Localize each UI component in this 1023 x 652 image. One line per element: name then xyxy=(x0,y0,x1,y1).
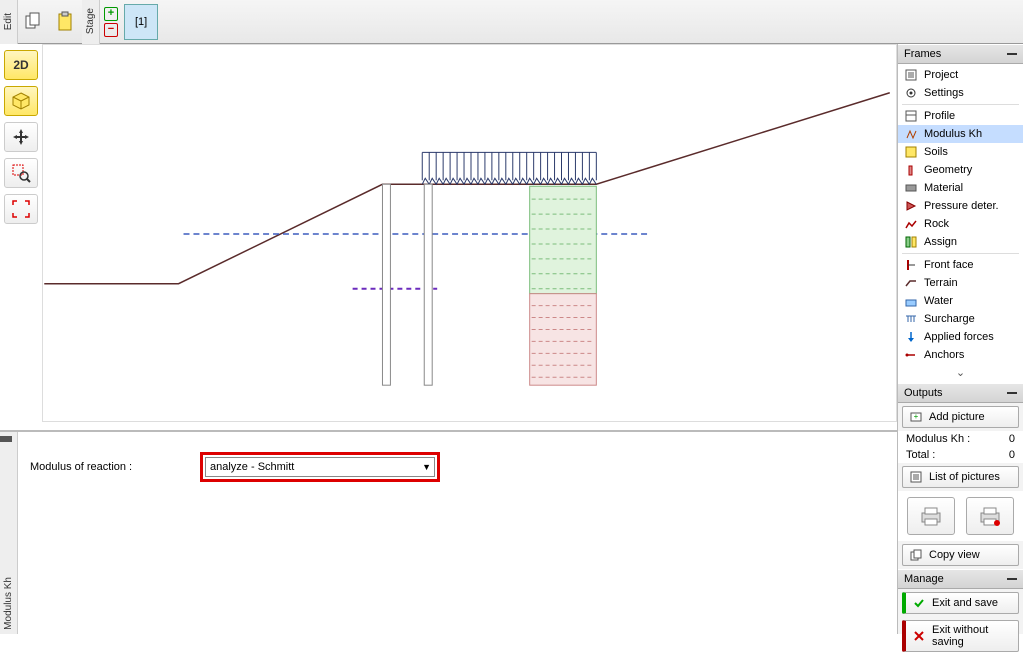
x-icon xyxy=(912,629,926,643)
bottom-panel-label: Modulus Kh xyxy=(0,432,18,634)
copy-icon[interactable] xyxy=(20,8,48,36)
expand-more-icon[interactable]: ⌄ xyxy=(898,364,1023,381)
fit-view-button[interactable] xyxy=(4,194,38,224)
frame-item-profile[interactable]: Profile xyxy=(898,107,1023,125)
surcharge-icon xyxy=(904,312,918,326)
modulus-icon xyxy=(904,127,918,141)
frame-item-material[interactable]: Material xyxy=(898,179,1023,197)
exit-save-button[interactable]: Exit and save xyxy=(902,592,1019,614)
stage-tab-1[interactable]: [1] xyxy=(124,4,158,40)
add-picture-button[interactable]: + Add picture xyxy=(902,406,1019,428)
project-icon xyxy=(904,68,918,82)
exit-nosave-button[interactable]: Exit without saving xyxy=(902,620,1019,652)
assign-icon xyxy=(904,235,918,249)
frame-item-assign[interactable]: Assign xyxy=(898,233,1023,251)
frame-item-geometry[interactable]: Geometry xyxy=(898,161,1023,179)
frame-item-anchors[interactable]: Anchors xyxy=(898,346,1023,364)
zoom-region-button[interactable] xyxy=(4,158,38,188)
frame-item-project[interactable]: Project xyxy=(898,66,1023,84)
terrain-icon xyxy=(904,276,918,290)
list-pictures-button[interactable]: List of pictures xyxy=(902,466,1019,488)
view-2d-button[interactable]: 2D xyxy=(4,50,38,80)
list-icon xyxy=(909,470,923,484)
bottom-panel: Modulus Kh Modulus of reaction : analyze… xyxy=(0,430,897,634)
view-3d-button[interactable] xyxy=(4,86,38,116)
soils-icon xyxy=(904,145,918,159)
remove-stage-button[interactable]: − xyxy=(104,23,118,37)
stage-section-label: Stage xyxy=(82,0,100,44)
collapse-icon[interactable] xyxy=(1007,392,1017,394)
copy-view-button[interactable]: Copy view xyxy=(902,544,1019,566)
frame-item-soils[interactable]: Soils xyxy=(898,143,1023,161)
modulus-field-label: Modulus of reaction : xyxy=(30,461,180,473)
forces-icon xyxy=(904,330,918,344)
frame-item-settings[interactable]: Settings xyxy=(898,84,1023,102)
frame-item-terrain[interactable]: Terrain xyxy=(898,274,1023,292)
frame-item-modulus-kh[interactable]: Modulus Kh xyxy=(898,125,1023,143)
collapse-icon[interactable] xyxy=(1007,578,1017,580)
right-panel: Frames Project Settings Profile Modulus … xyxy=(897,44,1023,634)
front-face-icon xyxy=(904,258,918,272)
frames-list: Project Settings Profile Modulus Kh Soil… xyxy=(898,64,1023,383)
pan-button[interactable] xyxy=(4,122,38,152)
stat-modulus-kh: Modulus Kh :0 xyxy=(898,431,1023,447)
frame-item-pressure[interactable]: Pressure deter. xyxy=(898,197,1023,215)
pressure-icon xyxy=(904,199,918,213)
print-color-button[interactable] xyxy=(966,497,1014,535)
frame-item-rock[interactable]: Rock xyxy=(898,215,1023,233)
paste-icon[interactable] xyxy=(52,8,80,36)
add-picture-icon: + xyxy=(909,410,923,424)
edit-section-label: Edit xyxy=(0,0,18,44)
frame-item-applied-forces[interactable]: Applied forces xyxy=(898,328,1023,346)
modulus-select-highlight: analyze - Schmitt ▼ xyxy=(200,452,440,482)
manage-header: Manage xyxy=(898,569,1023,589)
top-toolbar: Edit Stage + − [1] xyxy=(0,0,1023,44)
material-icon xyxy=(904,181,918,195)
collapse-icon[interactable] xyxy=(1007,53,1017,55)
geometry-icon xyxy=(904,163,918,177)
add-stage-button[interactable]: + xyxy=(104,7,118,21)
frame-item-surcharge[interactable]: Surcharge xyxy=(898,310,1023,328)
drawing-canvas[interactable] xyxy=(42,44,897,422)
water-icon xyxy=(904,294,918,308)
profile-icon xyxy=(904,109,918,123)
copy-icon xyxy=(909,548,923,562)
check-icon xyxy=(912,596,926,610)
svg-text:+: + xyxy=(914,412,919,421)
frame-item-front-face[interactable]: Front face xyxy=(898,256,1023,274)
print-button[interactable] xyxy=(907,497,955,535)
frames-header: Frames xyxy=(898,44,1023,64)
stat-total: Total :0 xyxy=(898,447,1023,463)
frame-item-water[interactable]: Water xyxy=(898,292,1023,310)
gear-icon xyxy=(904,86,918,100)
rock-icon xyxy=(904,217,918,231)
modulus-select[interactable]: analyze - Schmitt xyxy=(205,457,435,477)
anchors-icon xyxy=(904,348,918,362)
outputs-header: Outputs xyxy=(898,383,1023,403)
